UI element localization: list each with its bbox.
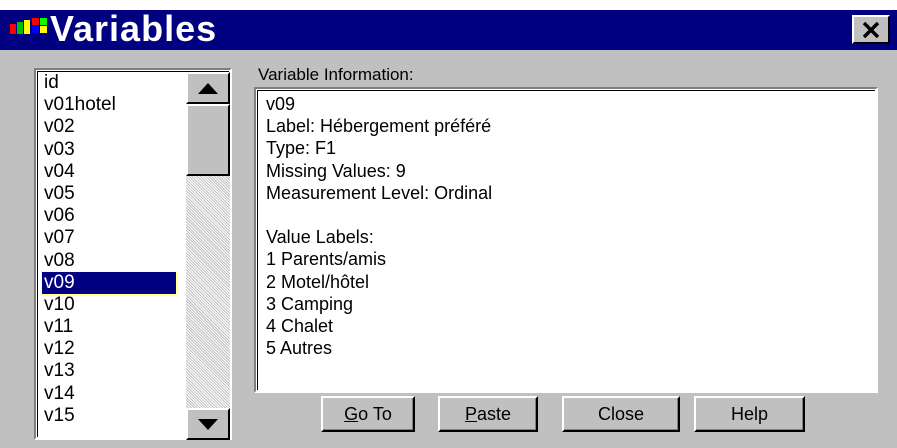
variable-listbox[interactable]: id v01hotel v02 v03 v04 v05 v06 v07 v08 v09 v10 v11… xyxy=(34,68,232,440)
title-bar[interactable]: Variables xyxy=(0,8,897,50)
list-item[interactable]: v05 xyxy=(42,183,182,205)
list-item[interactable]: v02 xyxy=(42,116,182,138)
list-item[interactable]: v13 xyxy=(42,360,182,382)
info-line xyxy=(266,204,492,226)
list-item[interactable]: v08 xyxy=(42,250,182,272)
list-item[interactable]: id xyxy=(42,72,182,94)
scroll-down-button[interactable] xyxy=(186,408,230,440)
scroll-up-button[interactable] xyxy=(186,72,230,104)
scroll-thumb[interactable] xyxy=(186,104,230,176)
window-title: Variables xyxy=(50,8,218,49)
paste-label: aste xyxy=(476,403,512,424)
paste-button[interactable]: Paste xyxy=(438,396,538,432)
info-line: 2 Motel/hôtel xyxy=(266,271,370,292)
list-item[interactable]: v11 xyxy=(42,316,182,338)
triangle-up-icon xyxy=(198,82,218,94)
close-x-icon xyxy=(862,21,880,38)
list-item[interactable]: v07 xyxy=(42,227,182,249)
info-line: Type: F1 xyxy=(266,138,337,159)
list-item[interactable]: v12 xyxy=(42,338,182,360)
listbox-frame: id v01hotel v02 v03 v04 v05 v06 v07 v08 v09 v10 v11… xyxy=(37,71,230,440)
close-window-button[interactable] xyxy=(852,15,890,44)
variable-information-box[interactable]: v09 Label: Hébergement préféré Type: F1 Mis… xyxy=(254,87,878,393)
info-line: 4 Chalet xyxy=(266,315,334,336)
variable-list[interactable]: id v01hotel v02 v03 v04 v05 v06 v07 v08 v09 v10 v11… xyxy=(41,72,182,427)
paste-mnemonic: P xyxy=(464,403,477,424)
goto-mnemonic: G xyxy=(344,403,359,424)
list-item[interactable]: v10 xyxy=(42,294,182,316)
list-item[interactable]: v09 xyxy=(41,270,177,295)
info-line: 3 Camping xyxy=(266,293,354,314)
goto-label: o To xyxy=(358,403,392,424)
variable-information-text: v09 Label: Hébergement préféré Type: F1 Mis… xyxy=(266,93,492,359)
help-label: Help xyxy=(730,403,769,424)
variable-information-label: Variable Information: xyxy=(258,65,414,84)
info-line: 5 Autres xyxy=(266,338,333,359)
spss-window-icon xyxy=(10,18,47,34)
list-scrollbar[interactable] xyxy=(186,72,230,440)
list-item[interactable]: v03 xyxy=(42,139,182,161)
triangle-down-icon xyxy=(198,418,218,430)
infobox-frame: v09 Label: Hébergement préféré Type: F1 Mis… xyxy=(257,90,875,390)
info-line: v09 xyxy=(266,94,296,114)
help-button[interactable]: Help xyxy=(694,396,805,432)
info-line: Missing Values: 9 xyxy=(266,160,406,181)
list-item[interactable]: v04 xyxy=(42,161,182,183)
info-line: 1 Parents/amis xyxy=(266,249,387,270)
list-item[interactable]: v01hotel xyxy=(42,94,182,116)
go-to-button[interactable]: Go To xyxy=(321,396,415,432)
close-button[interactable]: Close xyxy=(562,396,680,432)
info-line: Value Labels: xyxy=(266,227,374,248)
variables-dialog: Variables id v01hotel v02 v03 v04 v05 v06 v07 v0… xyxy=(0,8,897,448)
info-line: Label: Hébergement préféré xyxy=(266,116,492,137)
list-item[interactable]: v14 xyxy=(42,383,182,405)
info-line: Measurement Level: Ordinal xyxy=(266,182,493,203)
close-label: Close xyxy=(597,403,645,424)
list-item[interactable]: v06 xyxy=(42,205,182,227)
list-item[interactable]: v15 xyxy=(42,405,182,427)
